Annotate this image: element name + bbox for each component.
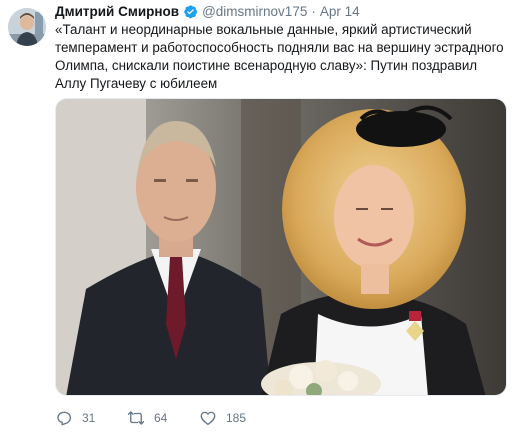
- author-handle[interactable]: @dimsmirnov175: [202, 4, 307, 19]
- reply-count: 31: [82, 411, 96, 425]
- tweet-photo[interactable]: [55, 98, 507, 396]
- retweet-icon: [127, 409, 145, 427]
- tweet-date[interactable]: Apr 14: [320, 4, 360, 19]
- tweet-text: «Талант и неординарные вокальные данные,…: [55, 22, 504, 91]
- author-name[interactable]: Дмитрий Смирнов: [55, 4, 179, 19]
- tweet: Дмитрий Смирнов @dimsmirnov175 · Apr 14 …: [0, 0, 514, 433]
- like-count: 185: [226, 411, 247, 425]
- retweet-button[interactable]: 64: [127, 409, 199, 427]
- retweet-count: 64: [154, 411, 168, 425]
- tweet-actions: 31 64 185: [55, 409, 271, 427]
- like-icon: [199, 409, 217, 427]
- verified-badge-icon: [183, 4, 198, 19]
- like-button[interactable]: 185: [199, 409, 271, 427]
- reply-icon: [55, 409, 73, 427]
- avatar[interactable]: [8, 8, 46, 46]
- reply-button[interactable]: 31: [55, 409, 127, 427]
- tweet-header: Дмитрий Смирнов @dimsmirnov175 · Apr 14: [55, 3, 360, 19]
- header-separator: ·: [311, 3, 316, 19]
